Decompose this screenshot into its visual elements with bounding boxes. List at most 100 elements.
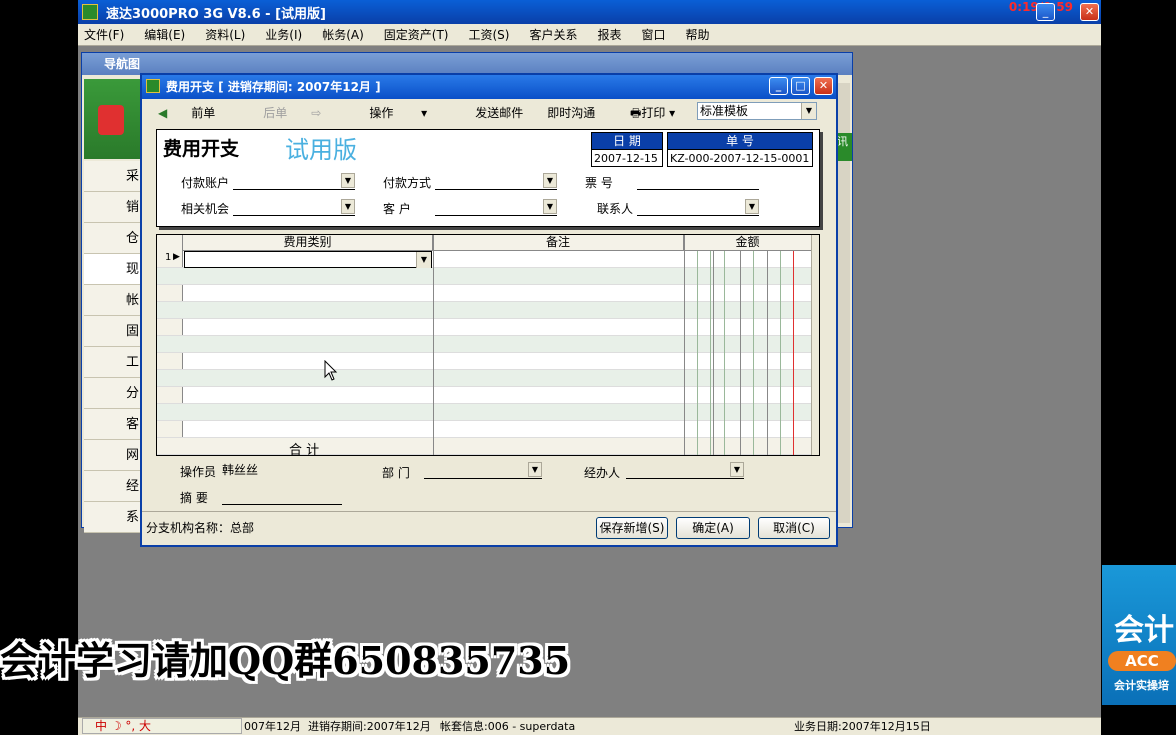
ops-button[interactable]: 操作 ▾	[369, 104, 451, 121]
chevron-down-icon: ▼	[801, 103, 816, 119]
date-box: 日 期 2007-12-15	[591, 132, 663, 167]
decimal-line	[793, 251, 794, 455]
handler-field[interactable]: ▼	[626, 461, 744, 479]
menu-accounts[interactable]: 帐务(A)	[322, 26, 364, 43]
nav-items: 采 销 仓 现 帐 固 工 分 客 网 经 系	[84, 161, 140, 533]
pay-method-field[interactable]: ▼	[435, 172, 557, 190]
app-titlebar: 速达3000PRO 3G V8.6 - [试用版]	[78, 0, 1101, 24]
arrow-left-icon: ◀	[158, 105, 168, 120]
nav-item[interactable]: 客	[84, 409, 140, 440]
grid-scrollbar[interactable]	[811, 235, 819, 455]
opportunity-field[interactable]: ▼	[233, 198, 355, 216]
chevron-down-icon: ▼	[543, 173, 557, 188]
menu-file[interactable]: 文件(F)	[84, 26, 124, 43]
menu-help[interactable]: 帮助	[686, 26, 710, 43]
expense-grid: 费用类别 备注 金额 1 ▶ ▼ 合 计	[156, 234, 820, 458]
ad-banner[interactable]: 会计 ACC 会计实操培	[1102, 565, 1176, 705]
date-field[interactable]: 2007-12-15	[592, 149, 662, 166]
chevron-down-icon: ▼	[543, 199, 557, 214]
nav-title: 导航图	[82, 53, 852, 75]
amount-digit-line	[710, 251, 711, 455]
expense-dialog: 费用开支 [ 进销存期间: 2007年12月 ] _ □ ✕ ◀ 前单 后单 ⇨ 操…	[140, 73, 838, 547]
next-label: 后单	[263, 105, 288, 120]
customer-field[interactable]: ▼	[435, 198, 557, 216]
contact-field[interactable]: ▼	[637, 198, 759, 216]
ticket-no-field[interactable]	[637, 172, 759, 190]
save-new-button[interactable]: 保存新增(S)	[596, 517, 668, 539]
mouse-cursor-icon	[324, 360, 338, 381]
category-select[interactable]: ▼	[184, 251, 432, 268]
prev-label: 前单	[191, 105, 216, 120]
row-pointer-icon: ▶	[173, 252, 180, 262]
promo-overlay: 会计学习请加QQ群650835735	[0, 638, 571, 683]
chevron-down-icon: ▾	[417, 105, 428, 120]
next-button[interactable]: 后单 ⇨	[263, 104, 345, 121]
number-box: 单 号 KZ-000-2007-12-15-0001	[667, 132, 813, 167]
col-divider	[684, 235, 685, 455]
print-button[interactable]: 🖶打印 ▾	[630, 104, 675, 125]
amount-digit-line	[740, 251, 741, 455]
nav-item[interactable]: 帐	[84, 285, 140, 316]
ok-button[interactable]: 确定(A)	[676, 517, 750, 539]
dept-field[interactable]: ▼	[424, 461, 542, 479]
col-divider	[433, 235, 434, 455]
template-select[interactable]: 标准模板 ▼	[697, 102, 817, 120]
nav-item[interactable]: 工	[84, 347, 140, 378]
nav-item[interactable]: 采	[84, 161, 140, 192]
dialog-maximize-icon[interactable]: □	[791, 77, 810, 95]
menu-edit[interactable]: 编辑(E)	[144, 26, 185, 43]
minimize-icon[interactable]: _	[1036, 3, 1055, 21]
form-title: 费用开支	[163, 138, 240, 160]
summary-label: 摘 要	[180, 491, 208, 505]
chevron-down-icon: ▼	[745, 199, 759, 214]
amount-digit-line	[767, 251, 768, 455]
operator-label: 操作员	[180, 465, 217, 479]
trial-label: 试用版	[285, 136, 357, 164]
menu-salary[interactable]: 工资(S)	[468, 26, 509, 43]
chevron-down-icon: ▾	[665, 106, 676, 120]
nav-item[interactable]: 仓	[84, 223, 140, 254]
dialog-icon	[146, 79, 160, 93]
close-icon[interactable]: ✕	[1080, 3, 1099, 21]
menu-reports[interactable]: 报表	[597, 26, 621, 43]
app-icon	[82, 4, 98, 20]
col-note: 备注	[433, 235, 684, 251]
number-label: 单 号	[668, 133, 812, 149]
nav-item[interactable]: 系	[84, 502, 140, 533]
status-account: 帐套信息:006 - superdata	[440, 720, 576, 733]
menu-data[interactable]: 资料(L)	[205, 26, 245, 43]
nav-item[interactable]: 分	[84, 378, 140, 409]
dialog-close-icon[interactable]: ✕	[814, 77, 833, 95]
amount-digit-line	[753, 251, 754, 455]
nav-logo	[84, 79, 140, 159]
amount-digit-line	[780, 251, 781, 455]
cancel-button[interactable]: 取消(C)	[758, 517, 830, 539]
template-value: 标准模板	[700, 104, 749, 118]
menu-crm[interactable]: 客户关系	[529, 26, 577, 43]
pay-account-field[interactable]: ▼	[233, 172, 355, 190]
summary-field[interactable]	[222, 487, 342, 505]
col-amount: 金额	[684, 235, 812, 251]
nav-item[interactable]: 现	[84, 254, 140, 285]
desktop: 速达3000PRO 3G V8.6 - [试用版] 0:19/0:59 _ ✕ …	[78, 0, 1101, 735]
nav-item[interactable]: 固	[84, 316, 140, 347]
menu-business[interactable]: 业务(I)	[265, 26, 302, 43]
mail-button[interactable]: 发送邮件	[475, 104, 523, 121]
menu-window[interactable]: 窗口	[642, 26, 666, 43]
nav-item[interactable]: 销	[84, 192, 140, 223]
nav-item[interactable]: 网	[84, 440, 140, 471]
print-label: 打印	[641, 106, 666, 120]
dialog-minimize-icon[interactable]: _	[769, 77, 788, 95]
arrow-right-icon: ⇨	[311, 105, 322, 120]
form-header: 费用开支 试用版 日 期 2007-12-15 单 号 KZ-000-2007-…	[156, 129, 820, 227]
nav-item[interactable]: 经	[84, 471, 140, 502]
dialog-title: 费用开支 [ 进销存期间: 2007年12月 ]	[166, 80, 381, 94]
ime-toolbar[interactable]: 中 ☽ °, 大	[82, 718, 242, 734]
number-field[interactable]: KZ-000-2007-12-15-0001	[668, 149, 812, 166]
menu-fixed-assets[interactable]: 固定资产(T)	[384, 26, 449, 43]
pay-method-label: 付款方式	[383, 176, 432, 190]
im-button[interactable]: 即时沟通	[547, 104, 595, 121]
prev-button[interactable]: ◀ 前单	[158, 104, 239, 121]
ad-pill: ACC	[1108, 651, 1176, 671]
divider	[142, 511, 836, 512]
